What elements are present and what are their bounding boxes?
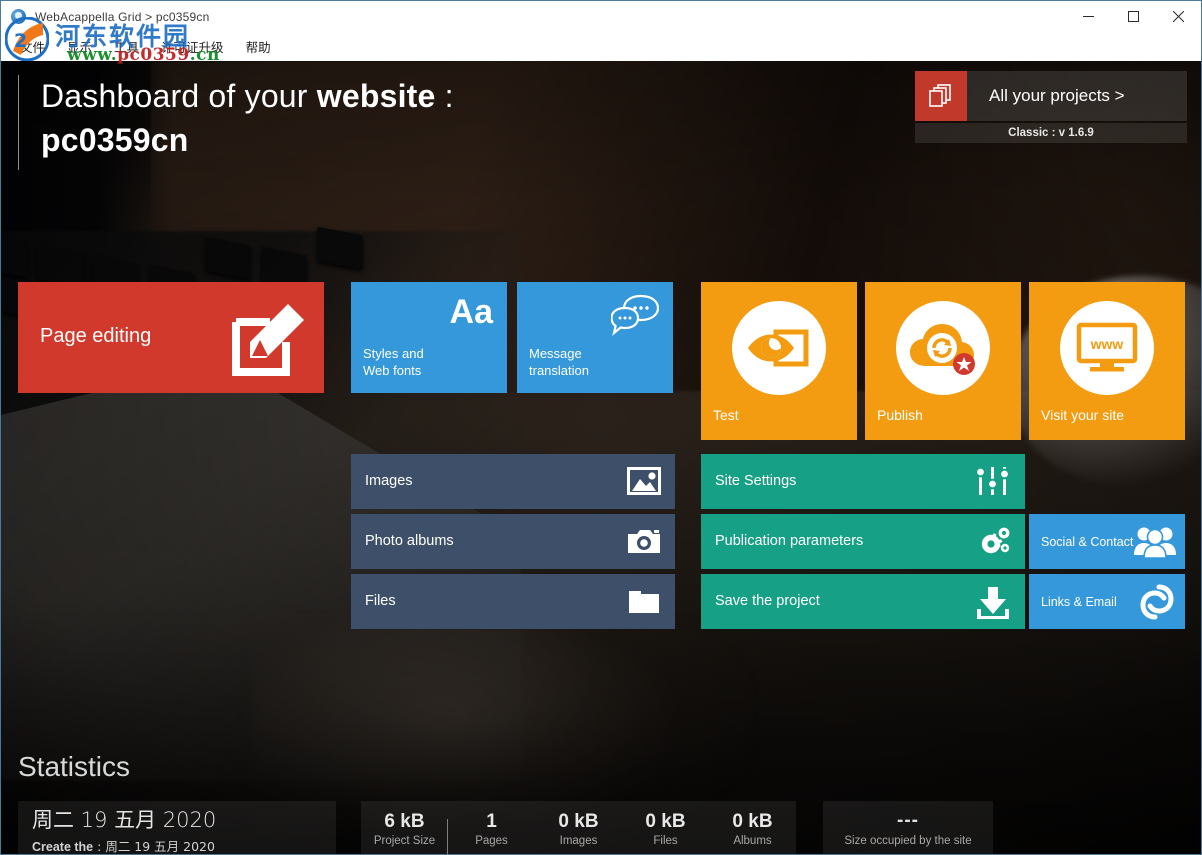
stat-albums-key: Albums [733, 834, 772, 847]
folder-icon [627, 585, 661, 622]
tile-save-the-project-label: Save the project [715, 593, 820, 609]
speech-bubbles-icon [610, 292, 661, 343]
monitor-www-icon: www [1060, 301, 1154, 395]
dashboard-stage: Dashboard of your website : pc0359cn All … [1, 61, 1201, 854]
all-projects-button[interactable]: All your projects > [915, 71, 1187, 121]
menu-item-help[interactable]: 帮助 [235, 33, 282, 60]
menu-item-tools[interactable]: 工具 [103, 33, 150, 60]
tile-visit-your-site-label: Visit your site [1041, 407, 1124, 423]
tile-site-settings-label: Site Settings [715, 473, 797, 489]
tile-save-the-project[interactable]: Save the project [701, 574, 1025, 629]
tile-files[interactable]: Files [351, 574, 675, 629]
header-accent-rule [18, 75, 19, 170]
stat-files-key: Files [653, 834, 678, 847]
tile-photo-albums-label: Photo albums [365, 533, 454, 549]
stat-project-size: 6 kB Project Size [361, 810, 448, 854]
page-title-project: pc0359cn [41, 122, 189, 158]
tile-social-contact[interactable]: Social & Contact [1029, 514, 1185, 569]
minimize-icon [1083, 16, 1094, 17]
tile-visit-your-site[interactable]: www Visit your site [1029, 282, 1185, 440]
statistics-site-size-key: Size occupied by the site [844, 834, 972, 847]
tile-test-label: Test [713, 407, 739, 423]
menu-item-view[interactable]: 显示 [56, 33, 103, 60]
svg-text:www: www [1090, 336, 1124, 352]
tile-links-email-label: Links & Email [1041, 595, 1117, 609]
tile-publish-label: Publish [877, 407, 923, 423]
download-save-icon [975, 585, 1011, 624]
tile-images[interactable]: Images [351, 454, 675, 509]
minimize-button[interactable] [1066, 1, 1111, 32]
tile-message-translation-label: Message translation [529, 346, 589, 378]
gears-icon [975, 525, 1011, 562]
stat-pages: 1 Pages [448, 811, 535, 847]
window-title: WebAcappella Grid > pc0359cn [35, 9, 210, 24]
sliders-icon [975, 465, 1011, 502]
statistics-strip: 6 kB Project Size 1 Pages 0 kB Images 0 … [361, 801, 796, 854]
menu-item-file[interactable]: 文件 [9, 33, 56, 60]
tile-social-contact-label: Social & Contact [1041, 535, 1134, 549]
app-logo-icon [11, 8, 28, 25]
title-bar: WebAcappella Grid > pc0359cn [1, 1, 1201, 32]
statistics-heading: Statistics [18, 751, 131, 782]
tile-message-translation[interactable]: Message translation [517, 282, 673, 393]
stat-project-size-value: 6 kB [384, 810, 425, 832]
documents-stack-icon [915, 71, 967, 121]
stat-images-key: Images [559, 834, 598, 847]
stat-albums: 0 kB Albums [709, 811, 796, 847]
tile-publication-parameters[interactable]: Publication parameters [701, 514, 1025, 569]
menu-bar: 文件 显示 工具 许可证升级 帮助 [1, 32, 1201, 61]
page-title-separator: : [435, 78, 454, 114]
statistics-current-date: 周二 19 五月 2020 [32, 808, 217, 832]
version-badge: Classic : v 1.6.9 [915, 123, 1187, 143]
menu-item-license-upgrade[interactable]: 许可证升级 [150, 33, 235, 60]
dashboard-content: Dashboard of your website : pc0359cn All … [1, 61, 1201, 854]
tile-styles-web-fonts[interactable]: Aa Styles and Web fonts [351, 282, 507, 393]
tile-images-label: Images [365, 473, 413, 489]
statistics-site-size-value: --- [897, 809, 919, 831]
eye-preview-icon [732, 301, 826, 395]
tile-publish[interactable]: Publish [865, 282, 1021, 440]
statistics-created-date: 周二 19 五月 2020 [105, 839, 215, 854]
statistics-created-line: Create the : 周二 19 五月 2020 [32, 836, 336, 854]
tile-site-settings[interactable]: Site Settings [701, 454, 1025, 509]
tile-styles-glyph: Aa [449, 293, 493, 331]
tile-photo-albums[interactable]: Photo albums [351, 514, 675, 569]
maximize-button[interactable] [1111, 1, 1156, 32]
edit-pencil-square-icon [226, 296, 312, 387]
statistics-site-size: --- Size occupied by the site [823, 801, 993, 854]
stat-albums-value: 0 kB [732, 810, 773, 832]
camera-icon [627, 525, 661, 562]
cloud-sync-star-icon [896, 301, 990, 395]
maximize-icon [1128, 11, 1139, 22]
statistics-created-label: Create the [32, 840, 94, 854]
statistics-date-panel: 周二 19 五月 2020 Create the : 周二 19 五月 2020 [18, 801, 336, 854]
page-title-bold: website [316, 78, 436, 114]
tile-styles-label: Styles and Web fonts [363, 346, 424, 378]
stat-pages-key: Pages [475, 834, 508, 847]
tile-files-label: Files [365, 593, 396, 609]
page-title-lead: Dashboard of your [41, 78, 317, 114]
application-window: WebAcappella Grid > pc0359cn 文件 显示 工具 许可… [0, 0, 1202, 855]
close-icon [1173, 11, 1184, 22]
stat-files: 0 kB Files [622, 811, 709, 847]
stat-files-value: 0 kB [645, 810, 686, 832]
stat-images: 0 kB Images [535, 811, 622, 847]
tile-links-email[interactable]: Links & Email [1029, 574, 1185, 629]
tile-page-editing[interactable]: Page editing [18, 282, 324, 393]
stat-images-value: 0 kB [558, 810, 599, 832]
close-button[interactable] [1156, 1, 1201, 32]
people-group-icon [1133, 523, 1177, 564]
stat-project-size-key: Project Size [373, 834, 436, 847]
tile-page-editing-label: Page editing [40, 325, 152, 347]
tile-test[interactable]: Test [701, 282, 857, 440]
page-title: Dashboard of your website : pc0359cn [41, 74, 454, 162]
all-projects-label: All your projects > [989, 86, 1125, 105]
tile-publication-parameters-label: Publication parameters [715, 533, 864, 549]
chain-link-icon [1137, 583, 1177, 626]
stat-pages-value: 1 [486, 810, 497, 832]
statistics-created-separator: : [93, 839, 106, 854]
picture-icon [627, 465, 661, 502]
